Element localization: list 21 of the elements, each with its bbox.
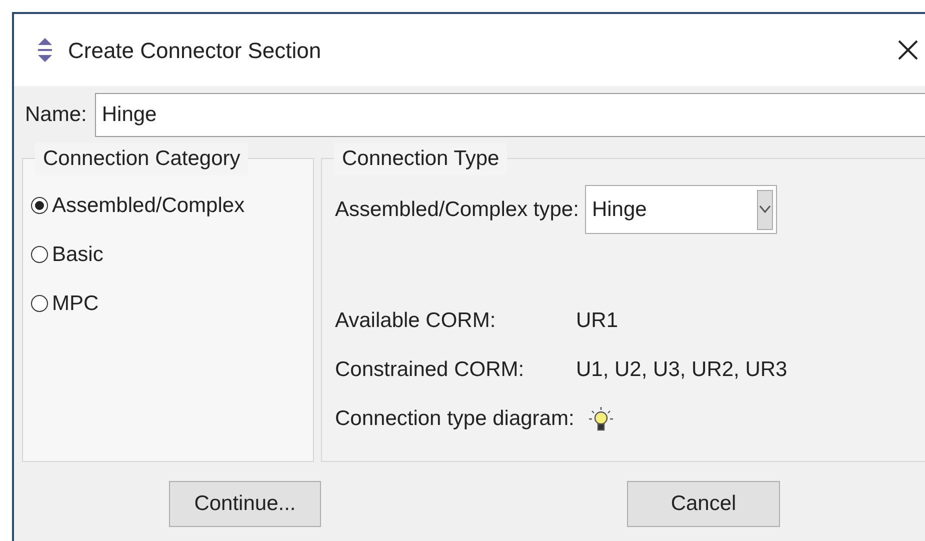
available-label: Available CORM:: [335, 308, 497, 334]
radio-button[interactable]: [31, 197, 48, 214]
lightbulb-icon[interactable]: [588, 406, 614, 432]
radio-label[interactable]: MPC: [52, 288, 99, 320]
name-label: Name:: [25, 102, 87, 128]
type-dropdown[interactable]: Hinge: [584, 185, 777, 234]
radio-label[interactable]: Basic: [52, 238, 104, 270]
name-field[interactable]: Hinge: [94, 93, 925, 137]
radio-button[interactable]: [31, 295, 48, 312]
chevron-down-icon: [756, 190, 773, 230]
diagram-label: Connection type diagram:: [335, 406, 574, 432]
window-title: Create Connector Section: [68, 36, 322, 64]
cancel-button[interactable]: Cancel: [627, 481, 780, 527]
radio-label[interactable]: Assembled/Complex: [52, 190, 245, 222]
continue-button[interactable]: Continue...: [169, 481, 321, 527]
radio-button[interactable]: [31, 246, 48, 263]
close-icon[interactable]: [897, 39, 919, 61]
constrained-value: U1, U2, U3, UR2, UR3: [576, 356, 788, 383]
available-value: UR1: [576, 308, 618, 334]
type-label: Assembled/Complex type:: [335, 196, 579, 223]
constrained-label: Constrained CORM:: [335, 356, 526, 383]
